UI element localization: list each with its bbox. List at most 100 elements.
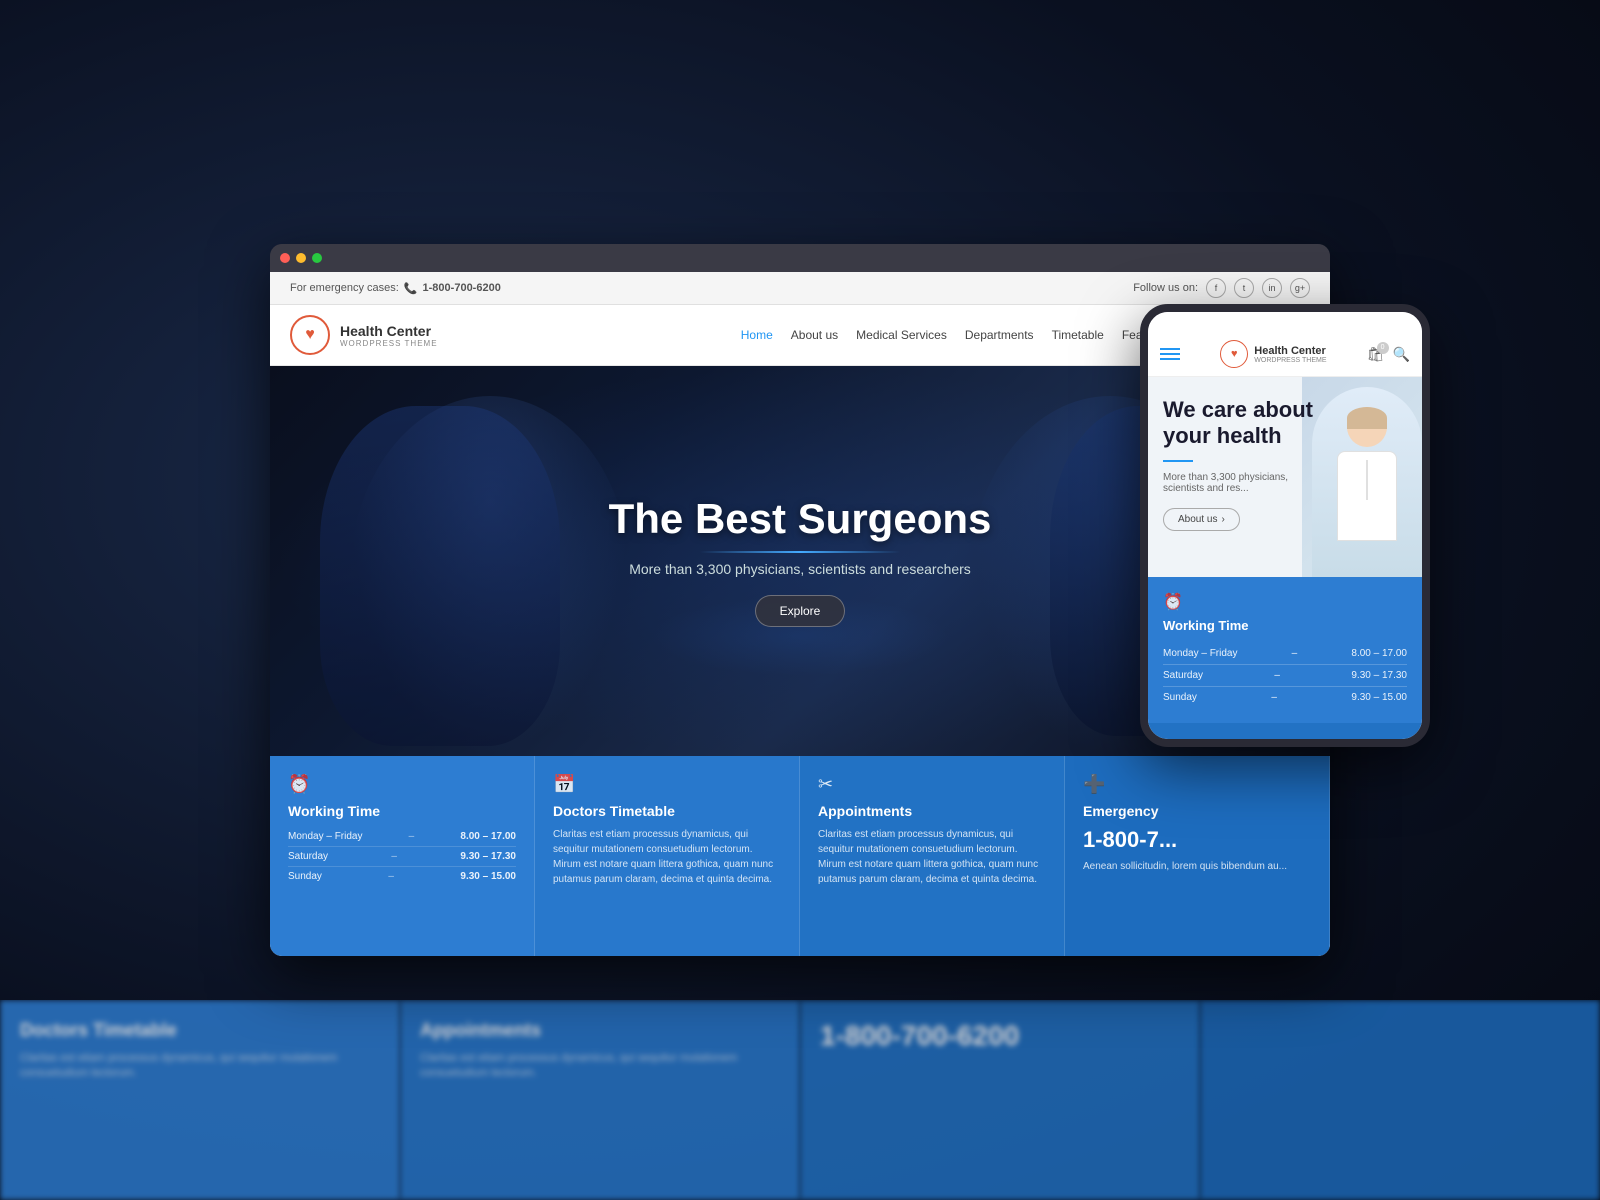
working-time-title: Working Time: [288, 803, 516, 819]
monday-dash: –: [409, 831, 415, 842]
timetable-icon: 📅: [553, 774, 781, 795]
info-box-doctors-timetable: 📅 Doctors Timetable Claritas est etiam p…: [535, 756, 800, 956]
emergency-title: Emergency: [1083, 803, 1311, 819]
scene-container: For emergency cases: 📞 1-800-700-6200 Fo…: [270, 244, 1330, 956]
doctor-coat: [1337, 451, 1397, 541]
monday-time: 8.00 – 17.00: [460, 831, 516, 842]
phone-monday: Monday – Friday – 8.00 – 17.00: [1163, 643, 1407, 665]
info-box-appointments: ✂ Appointments Claritas est etiam proces…: [800, 756, 1065, 956]
doctor-silhouette: [1322, 407, 1412, 557]
hamburger-line-3: [1160, 358, 1180, 360]
social-googleplus[interactable]: g+: [1290, 278, 1310, 298]
emergency-icon: ➕: [1083, 774, 1311, 795]
bottom-blur-text-2: Claritas est etiam processus dynamicus, …: [420, 1051, 780, 1082]
appointments-icon: ✂: [818, 774, 1046, 795]
phone-hamburger-menu[interactable]: [1160, 348, 1180, 360]
phone-cart-badge: 0: [1377, 342, 1389, 354]
hamburger-line-1: [1160, 348, 1180, 350]
logo-title: Health Center: [340, 323, 438, 339]
bottom-blur-box-3: 1-800-700-6200: [800, 1000, 1200, 1200]
phone-navbar: ♥ Health Center WORDPRESS THEME 🛍 0 🔍: [1148, 332, 1422, 377]
phone-info-box-working-time: ⏰ Working Time Monday – Friday – 8.00 – …: [1148, 577, 1422, 723]
emergency-label: For emergency cases:: [290, 282, 399, 294]
nav-departments[interactable]: Departments: [965, 328, 1034, 342]
saturday-label: Saturday: [288, 851, 328, 862]
phone-search-icon[interactable]: 🔍: [1393, 346, 1410, 363]
saturday-time: 9.30 – 17.30: [460, 851, 516, 862]
phone-sunday-time: 9.30 – 15.00: [1351, 692, 1407, 703]
logo-subtitle: WORDPRESS THEME: [340, 339, 438, 348]
phone-hero: We care about your health More than 3,30…: [1148, 377, 1422, 577]
phone-monday-dash: –: [1292, 648, 1298, 659]
phone-monday-label: Monday – Friday: [1163, 648, 1237, 659]
working-time-icon: ⏰: [288, 774, 516, 795]
phone-number: 1-800-700-6200: [423, 282, 501, 294]
window-dot-red[interactable]: [280, 253, 290, 263]
desktop-hero-content: The Best Surgeons More than 3,300 physic…: [609, 495, 992, 627]
schedule-saturday: Saturday – 9.30 – 17.30: [288, 847, 516, 867]
bottom-blur-number: 1-800-700-6200: [820, 1020, 1180, 1052]
hamburger-line-2: [1160, 353, 1180, 355]
phone-logo: ♥ Health Center WORDPRESS THEME: [1220, 340, 1326, 368]
phone-about-btn-label: About us: [1178, 514, 1217, 525]
surgeon-left-body: [320, 406, 560, 746]
phone-logo-sub: WORDPRESS THEME: [1254, 357, 1326, 364]
sunday-time: 9.30 – 15.00: [460, 871, 516, 882]
nav-about[interactable]: About us: [791, 328, 838, 342]
desktop-logo-icon: ♥: [290, 315, 330, 355]
desktop-hero-title: The Best Surgeons: [609, 495, 992, 543]
logo-text-block: Health Center WORDPRESS THEME: [340, 323, 438, 348]
window-dot-green[interactable]: [312, 253, 322, 263]
nav-medical-services[interactable]: Medical Services: [856, 328, 947, 342]
phone-hero-divider: [1163, 460, 1193, 462]
topbar-right: Follow us on: f t in g+: [1133, 278, 1310, 298]
desktop-top-bar: For emergency cases: 📞 1-800-700-6200 Fo…: [270, 272, 1330, 305]
sunday-dash: –: [388, 871, 394, 882]
doctor-hair: [1347, 407, 1387, 429]
hero-divider-line: [700, 551, 900, 553]
nav-home[interactable]: Home: [741, 328, 773, 342]
desktop-explore-button[interactable]: Explore: [755, 595, 846, 627]
schedule-sunday: Sunday – 9.30 – 15.00: [288, 867, 516, 886]
phone-nav-actions: 🛍 0 🔍: [1367, 346, 1410, 363]
timetable-text: Claritas est etiam processus dynamicus, …: [553, 827, 781, 887]
info-box-working-time: ⏰ Working Time Monday – Friday – 8.00 – …: [270, 756, 535, 956]
phone-mockup: ♥ Health Center WORDPRESS THEME 🛍 0 🔍: [1140, 304, 1430, 747]
phone-saturday-time: 9.30 – 17.30: [1351, 670, 1407, 681]
phone-working-time-title: Working Time: [1163, 618, 1407, 633]
social-facebook[interactable]: f: [1206, 278, 1226, 298]
emergency-text: Aenean sollicitudin, lorem quis bibendum…: [1083, 859, 1311, 874]
timetable-title: Doctors Timetable: [553, 803, 781, 819]
bottom-blur-section: Doctors Timetable Claritas est etiam pro…: [0, 1000, 1600, 1200]
topbar-left: For emergency cases: 📞 1-800-700-6200: [290, 282, 501, 295]
phone-monday-time: 8.00 – 17.00: [1351, 648, 1407, 659]
phone-sunday: Sunday – 9.30 – 15.00: [1163, 687, 1407, 708]
phone-hero-subtitle: More than 3,300 physicians, scientists a…: [1163, 472, 1323, 494]
follow-label: Follow us on:: [1133, 282, 1198, 294]
desktop-hero-subtitle: More than 3,300 physicians, scientists a…: [609, 561, 992, 577]
bottom-blur-box-1: Doctors Timetable Claritas est etiam pro…: [0, 1000, 400, 1200]
social-linkedin[interactable]: in: [1262, 278, 1282, 298]
phone-logo-icon: ♥: [1220, 340, 1248, 368]
window-dot-yellow[interactable]: [296, 253, 306, 263]
desktop-logo: ♥ Health Center WORDPRESS THEME: [290, 315, 438, 355]
phone-cart-icon[interactable]: 🛍 0: [1367, 346, 1385, 363]
social-twitter[interactable]: t: [1234, 278, 1254, 298]
schedule-monday: Monday – Friday – 8.00 – 17.00: [288, 827, 516, 847]
emergency-number: 1-800-7...: [1083, 827, 1311, 853]
bottom-blur-title-2: Appointments: [420, 1020, 780, 1041]
appointments-title: Appointments: [818, 803, 1046, 819]
phone-status-bar: [1148, 312, 1422, 332]
desktop-info-boxes: ⏰ Working Time Monday – Friday – 8.00 – …: [270, 756, 1330, 956]
nav-timetable[interactable]: Timetable: [1052, 328, 1104, 342]
info-box-emergency: ➕ Emergency 1-800-7... Aenean sollicitud…: [1065, 756, 1330, 956]
appointments-text: Claritas est etiam processus dynamicus, …: [818, 827, 1046, 887]
phone-about-us-button[interactable]: About us ›: [1163, 508, 1240, 531]
bottom-blur-box-4: [1200, 1000, 1600, 1200]
phone-saturday: Saturday – 9.30 – 17.30: [1163, 665, 1407, 687]
monday-label: Monday – Friday: [288, 831, 362, 842]
phone-logo-text-block: Health Center WORDPRESS THEME: [1254, 345, 1326, 364]
phone-hero-text: We care about your health More than 3,30…: [1163, 397, 1323, 531]
sunday-label: Sunday: [288, 871, 322, 882]
desktop-title-bar: [270, 244, 1330, 272]
